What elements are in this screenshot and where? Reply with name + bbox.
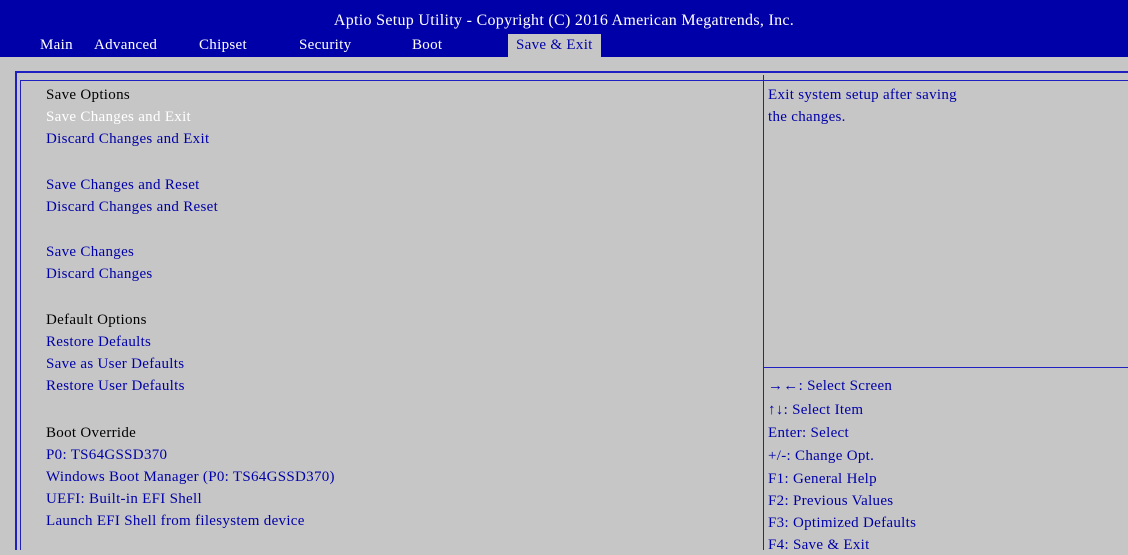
menu-item-discard-changes-and-reset[interactable]: Discard Changes and Reset bbox=[46, 197, 218, 217]
help-text-line-1: Exit system setup after saving bbox=[768, 87, 957, 103]
menu-item-boot-p0[interactable]: P0: TS64GSSD370 bbox=[46, 445, 167, 465]
menu-item-discard-changes[interactable]: Discard Changes bbox=[46, 264, 153, 284]
key-hint-f1-general-help: F1: General Help bbox=[768, 471, 877, 487]
menu-item-boot-uefi-shell[interactable]: UEFI: Built-in EFI Shell bbox=[46, 489, 202, 509]
key-hint-f3-optimized-defaults: F3: Optimized Defaults bbox=[768, 515, 917, 531]
menu-item-discard-changes-and-exit[interactable]: Discard Changes and Exit bbox=[46, 129, 209, 149]
key-hint-select-screen: →←: Select Screen bbox=[768, 378, 893, 394]
tab-save-exit[interactable]: Save & Exit bbox=[508, 34, 601, 57]
help-text-line-2: the changes. bbox=[768, 109, 846, 125]
section-header-save-options: Save Options bbox=[46, 87, 131, 103]
key-hint-enter-select: Enter: Select bbox=[768, 425, 849, 441]
key-hint-change-opt: +/-: Change Opt. bbox=[768, 448, 875, 464]
tab-chipset[interactable]: Chipset bbox=[199, 34, 247, 57]
key-hint-f4-save-exit: F4: Save & Exit bbox=[768, 537, 870, 553]
menu-item-save-as-user-defaults[interactable]: Save as User Defaults bbox=[46, 354, 184, 374]
section-header-default-options: Default Options bbox=[46, 312, 147, 328]
tab-boot[interactable]: Boot bbox=[412, 34, 442, 57]
app-title: Aptio Setup Utility - Copyright (C) 2016… bbox=[333, 12, 795, 29]
menu-item-restore-defaults[interactable]: Restore Defaults bbox=[46, 332, 151, 352]
panel-divider bbox=[763, 75, 764, 550]
tab-security[interactable]: Security bbox=[299, 34, 351, 57]
key-hint-f2-previous-values: F2: Previous Values bbox=[768, 493, 894, 509]
menu-item-save-changes-and-exit[interactable]: Save Changes and Exit bbox=[46, 107, 191, 127]
tab-advanced[interactable]: Advanced bbox=[94, 34, 157, 57]
section-header-boot-override: Boot Override bbox=[46, 425, 137, 441]
help-divider bbox=[764, 367, 1128, 368]
title-bar: Aptio Setup Utility - Copyright (C) 2016… bbox=[0, 0, 1128, 57]
menu-item-launch-efi-shell[interactable]: Launch EFI Shell from filesystem device bbox=[46, 511, 305, 531]
key-hint-select-item: ↑↓: Select Item bbox=[768, 402, 864, 418]
menu-item-boot-windows-boot-manager[interactable]: Windows Boot Manager (P0: TS64GSSD370) bbox=[46, 467, 335, 487]
menu-item-save-changes[interactable]: Save Changes bbox=[46, 242, 134, 262]
menu-item-restore-user-defaults[interactable]: Restore User Defaults bbox=[46, 376, 185, 396]
tab-main[interactable]: Main bbox=[40, 34, 73, 57]
menu-item-save-changes-and-reset[interactable]: Save Changes and Reset bbox=[46, 175, 200, 195]
